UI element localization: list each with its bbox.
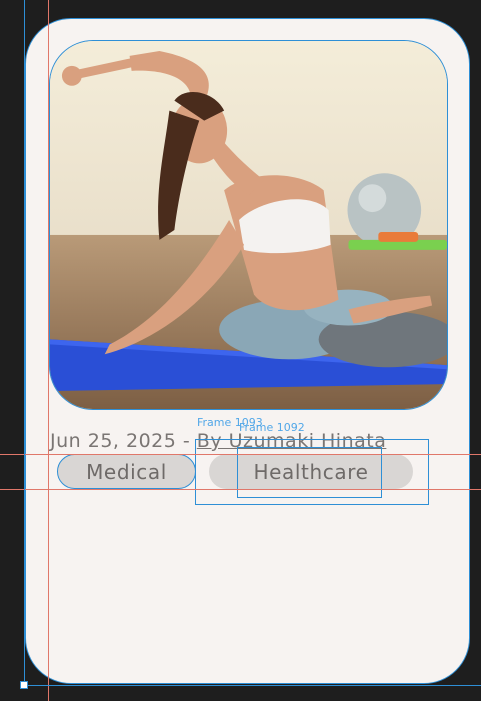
- tag-healthcare[interactable]: Healthcare: [209, 454, 413, 489]
- vertical-guide: [48, 0, 49, 701]
- selection-edge-left: [24, 0, 25, 686]
- post-meta: Jun 25, 2025 - By Uzumaki Hinata: [50, 430, 386, 452]
- frame-1092-label: Frame 1092: [239, 421, 305, 434]
- tag-label: Healthcare: [253, 459, 369, 484]
- resize-handle[interactable]: [20, 681, 28, 689]
- tag-label: Medical: [86, 459, 167, 484]
- selection-edge-bottom: [24, 685, 481, 686]
- post-date: Jun 25, 2025: [50, 430, 177, 452]
- card-image[interactable]: [49, 40, 448, 410]
- horizontal-guide: [0, 454, 481, 455]
- tag-medical[interactable]: Medical: [57, 454, 196, 489]
- meta-separator: -: [182, 430, 191, 452]
- horizontal-guide: [0, 489, 481, 490]
- yoga-photo: [50, 41, 447, 409]
